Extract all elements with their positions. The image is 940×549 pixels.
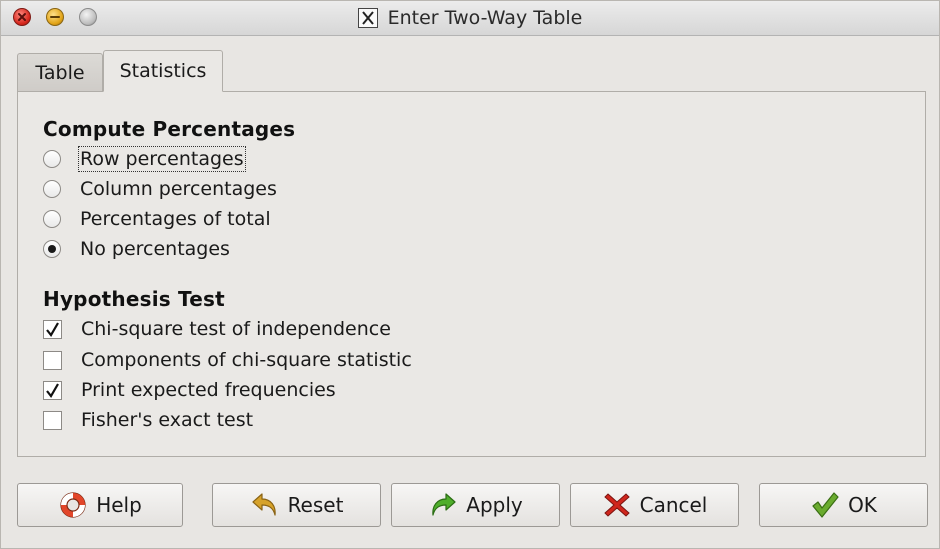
lifebuoy-icon: [60, 492, 86, 518]
reset-button[interactable]: Reset: [212, 483, 381, 527]
chi-square-test-checkbox[interactable]: [43, 319, 62, 339]
statistics-panel: Compute Percentages Row percentages Colu…: [17, 91, 926, 457]
row-percentages-radio[interactable]: [43, 150, 61, 168]
percentages-of-total-label[interactable]: Percentages of total: [80, 208, 271, 230]
fishers-exact-test-label[interactable]: Fisher's exact test: [81, 409, 253, 431]
cancel-button-label: Cancel: [639, 493, 708, 517]
percentages-of-total-radio[interactable]: [43, 210, 61, 228]
undo-arrow-icon: [251, 493, 276, 516]
title-area: Enter Two-Way Table: [1, 1, 939, 35]
row-percentages-label[interactable]: Row percentages: [78, 146, 246, 172]
apply-button-label: Apply: [466, 493, 523, 517]
column-percentages-label[interactable]: Column percentages: [80, 178, 277, 200]
cancel-x-icon: [603, 493, 630, 517]
chi-square-components-checkbox[interactable]: [43, 350, 62, 370]
window-title: Enter Two-Way Table: [387, 7, 583, 29]
title-bar[interactable]: Enter Two-Way Table: [1, 1, 939, 36]
no-percentages-label[interactable]: No percentages: [80, 238, 230, 260]
checkmark-icon: [46, 321, 59, 337]
cancel-button[interactable]: Cancel: [570, 483, 739, 527]
x-window-icon: [357, 8, 378, 28]
row-percentages-option[interactable]: Row percentages: [43, 146, 246, 172]
expected-frequencies-option[interactable]: Print expected frequencies: [43, 377, 336, 403]
expected-frequencies-checkbox[interactable]: [43, 380, 62, 400]
column-percentages-option[interactable]: Column percentages: [43, 176, 277, 202]
tab-statistics[interactable]: Statistics: [103, 50, 223, 92]
ok-checkmark-icon: [812, 492, 839, 518]
no-percentages-option[interactable]: No percentages: [43, 236, 230, 262]
reset-button-label: Reset: [287, 493, 344, 517]
expected-frequencies-label[interactable]: Print expected frequencies: [81, 379, 336, 401]
redo-arrow-icon: [432, 493, 456, 516]
ok-button[interactable]: OK: [759, 483, 928, 527]
fishers-exact-test-option[interactable]: Fisher's exact test: [43, 407, 253, 433]
checkmark-icon: [46, 382, 59, 398]
ok-button-label: OK: [848, 493, 877, 517]
no-percentages-radio[interactable]: [43, 240, 61, 258]
percentages-of-total-option[interactable]: Percentages of total: [43, 206, 271, 232]
hypothesis-test-heading: Hypothesis Test: [43, 287, 225, 311]
tab-table[interactable]: Table: [17, 53, 103, 91]
chi-square-test-label[interactable]: Chi-square test of independence: [81, 318, 391, 340]
column-percentages-radio[interactable]: [43, 180, 61, 198]
dialog-window: Enter Two-Way Table Table Statistics Com…: [0, 0, 940, 549]
help-button-label: Help: [96, 493, 142, 517]
chi-square-test-option[interactable]: Chi-square test of independence: [43, 316, 391, 342]
compute-percentages-heading: Compute Percentages: [43, 117, 296, 141]
fishers-exact-test-checkbox[interactable]: [43, 410, 62, 430]
chi-square-components-label[interactable]: Components of chi-square statistic: [81, 349, 412, 371]
apply-button[interactable]: Apply: [391, 483, 560, 527]
help-button[interactable]: Help: [17, 483, 183, 527]
chi-square-components-option[interactable]: Components of chi-square statistic: [43, 347, 412, 373]
